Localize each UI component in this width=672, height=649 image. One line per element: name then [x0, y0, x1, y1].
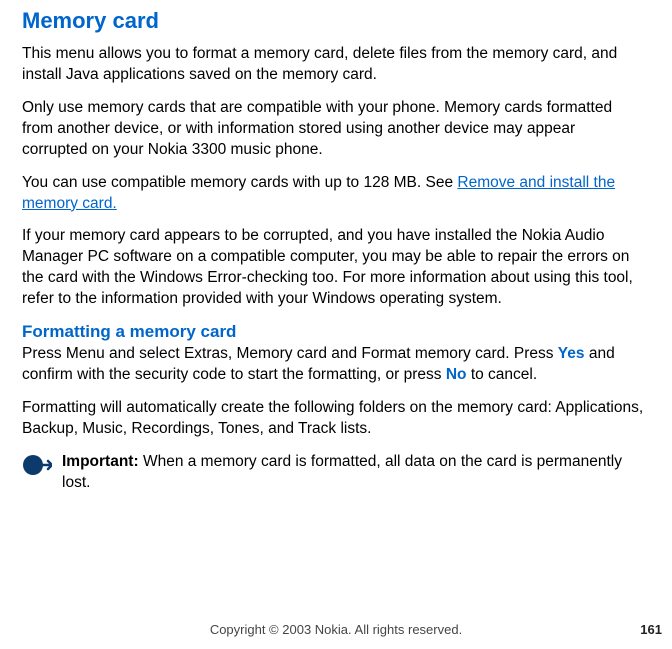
footer-copyright: Copyright © 2003 Nokia. All rights reser…	[0, 622, 672, 637]
body-paragraph: You can use compatible memory cards with…	[22, 173, 644, 215]
important-callout: Important: When a memory card is formatt…	[22, 452, 644, 494]
body-text: to cancel.	[467, 366, 538, 383]
page-number: 161	[640, 622, 662, 637]
keyword-no: No	[446, 366, 467, 383]
page-title: Memory card	[22, 8, 644, 34]
important-icon	[22, 454, 52, 483]
important-label: Important:	[62, 453, 139, 470]
keyword-yes: Yes	[558, 345, 585, 362]
important-text: Important: When a memory card is formatt…	[62, 452, 644, 494]
body-paragraph: Formatting will automatically create the…	[22, 398, 644, 440]
body-text: You can use compatible memory cards with…	[22, 174, 457, 191]
important-body: When a memory card is formatted, all dat…	[62, 453, 622, 491]
body-paragraph: This menu allows you to format a memory …	[22, 44, 644, 86]
body-text: Press Menu and select Extras, Memory car…	[22, 345, 558, 362]
body-paragraph: If your memory card appears to be corrup…	[22, 226, 644, 310]
body-paragraph: Only use memory cards that are compatibl…	[22, 98, 644, 161]
body-paragraph: Press Menu and select Extras, Memory car…	[22, 344, 644, 386]
subheading-formatting: Formatting a memory card	[22, 322, 644, 342]
